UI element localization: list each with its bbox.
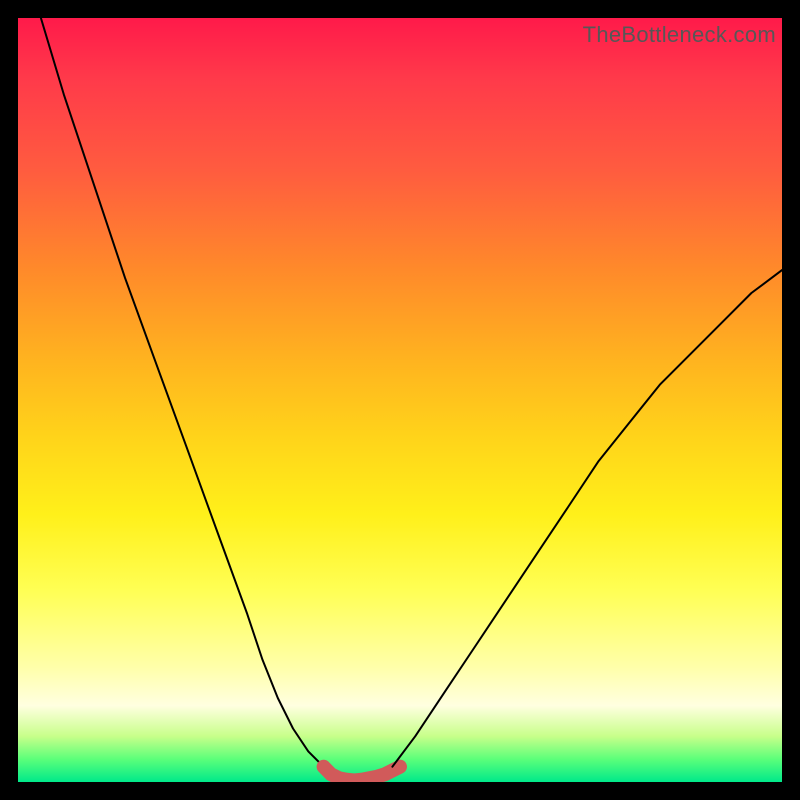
plot-area xyxy=(18,18,782,782)
chart-frame: TheBottleneck.com xyxy=(0,0,800,800)
